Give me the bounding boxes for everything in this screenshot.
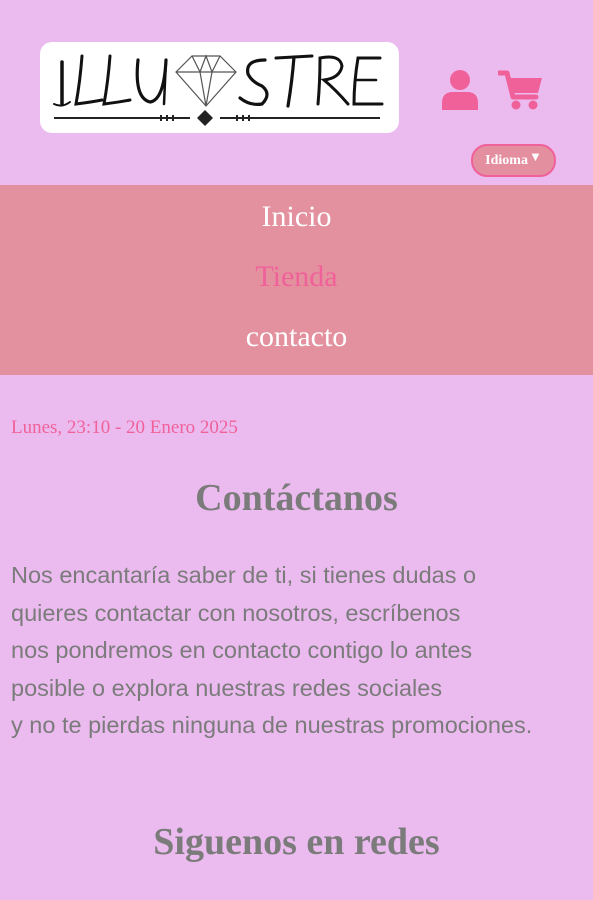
nav-item-contacto[interactable]: contacto xyxy=(0,320,593,354)
current-date: Lunes, 23:10 - 20 Enero 2025 xyxy=(11,417,238,438)
paragraph-line: nos pondremos en contacto contigo lo ant… xyxy=(11,637,473,663)
user-icon[interactable] xyxy=(442,70,478,110)
paragraph-line: quieres contactar con nosotros, escríben… xyxy=(11,599,461,626)
paragraph-line: Nos encantaría saber de ti, si tienes du… xyxy=(11,562,477,588)
language-dropdown-label: Idioma xyxy=(485,152,528,168)
dropdown-arrow-icon: ▼ xyxy=(528,148,542,164)
cart-icon[interactable] xyxy=(496,70,543,110)
main-nav: Inicio Tienda contacto xyxy=(0,185,593,375)
language-dropdown-button[interactable]: Idioma ▼ xyxy=(471,144,556,177)
paragraph-line: y no te pierdas ninguna de nuestras prom… xyxy=(11,712,533,738)
social-title: Siguenos en redes xyxy=(153,821,440,863)
nav-item-inicio[interactable]: Inicio xyxy=(0,200,593,234)
logo-graphic xyxy=(53,54,384,126)
contact-paragraph: Nos encantaría saber de ti, si tienes du… xyxy=(11,557,586,745)
paragraph-line: posible o explora nuestras redes sociale… xyxy=(11,674,443,701)
contact-title: Contáctanos xyxy=(195,477,398,519)
nav-item-tienda[interactable]: Tienda xyxy=(0,260,593,294)
header: Idioma ▼ xyxy=(0,0,593,185)
logo[interactable] xyxy=(40,42,399,133)
